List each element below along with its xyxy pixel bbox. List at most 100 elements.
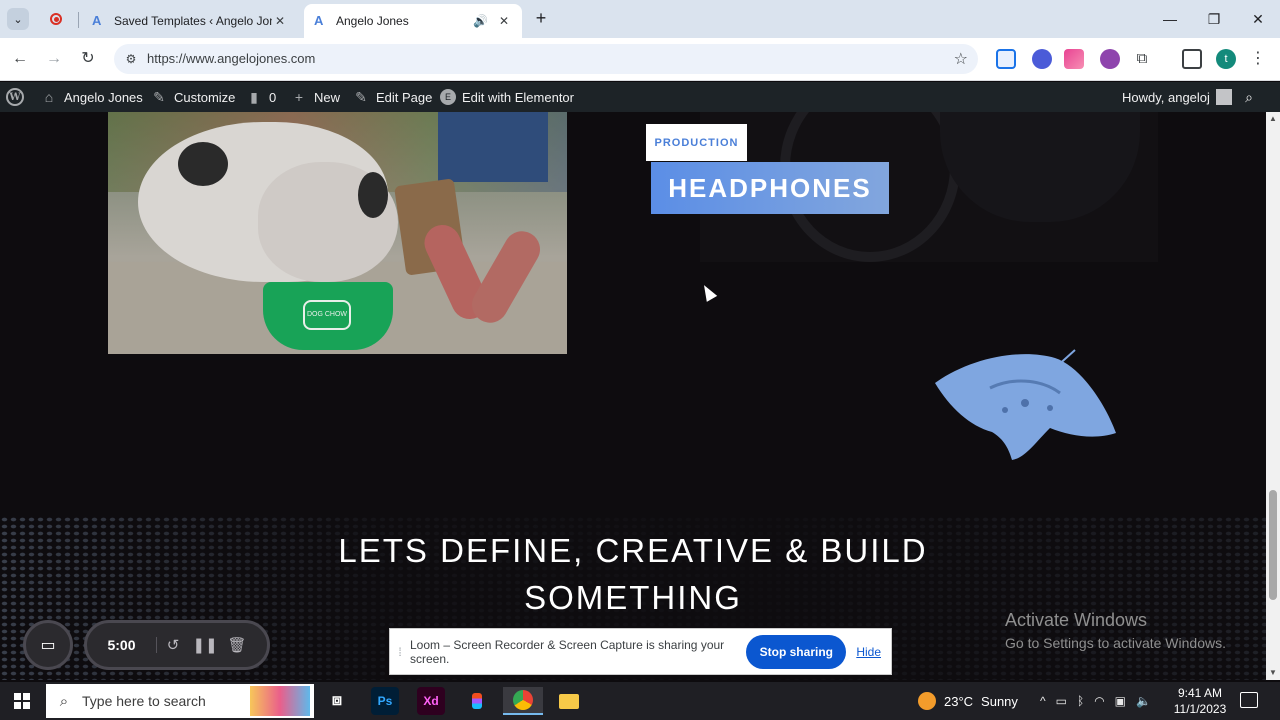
close-tab-icon[interactable]: ✕ (272, 14, 288, 28)
tab-separator (78, 12, 79, 28)
back-arrow-icon[interactable]: ← (8, 47, 32, 71)
extension-loom-icon[interactable] (1032, 49, 1052, 69)
extensions-puzzle-icon[interactable]: ⧉ (1132, 49, 1152, 69)
admin-customize[interactable]: ✎ Customize (150, 82, 235, 112)
new-tab-button[interactable]: + (530, 8, 552, 30)
chevron-up-icon[interactable]: ^ (1040, 694, 1046, 708)
scroll-thumb[interactable] (1269, 490, 1277, 600)
bookmark-star-icon[interactable]: ☆ (954, 49, 968, 69)
figma-icon[interactable] (463, 687, 491, 715)
pencil-icon: ✎ (355, 88, 367, 105)
restart-icon[interactable]: ↺ (157, 636, 189, 654)
project-title[interactable]: HEADPHONES (651, 162, 889, 214)
pause-icon[interactable]: ❚❚ (189, 636, 221, 654)
photo-person-legs (438, 112, 548, 182)
photoshop-icon[interactable]: Ps (371, 687, 399, 715)
page-content: DOG CHOW PRODUCTION HEADPHONES LETS DEFI… (0, 112, 1266, 680)
dog-eating-photo: DOG CHOW (108, 112, 567, 354)
volume-icon[interactable]: 🔈 (1136, 694, 1151, 708)
close-tab-icon[interactable]: ✕ (496, 14, 512, 28)
edit-page-label: Edit Page (376, 89, 433, 105)
speaker-icon[interactable]: 🔊 (473, 14, 488, 28)
category-badge[interactable]: PRODUCTION (646, 124, 747, 161)
screen-share-notification: ⁞ Loom – Screen Recorder & Screen Captur… (389, 628, 892, 675)
customize-label: Customize (174, 89, 236, 105)
close-window-button[interactable]: ✕ (1236, 6, 1280, 32)
comments-count: 0 (269, 89, 277, 105)
admin-edit-page[interactable]: ✎ Edit Page (352, 82, 432, 112)
admin-site-name[interactable]: ⌂ Angelo Jones (40, 82, 143, 112)
tab-angelo-jones[interactable]: A Angelo Jones 🔊 ✕ (304, 4, 522, 38)
extension-badge-icon[interactable] (1100, 49, 1120, 69)
trash-icon[interactable]: 🗑 (221, 636, 253, 654)
wifi-icon[interactable]: ◠ (1094, 694, 1104, 708)
notification-icon[interactable] (1240, 692, 1258, 708)
address-bar[interactable]: ⚙ https://www.angelojones.com ☆ (114, 44, 978, 74)
elementor-favicon-icon: A (92, 13, 102, 28)
record-icon (50, 13, 62, 25)
search-icon: ⌕ (59, 692, 69, 710)
network-icon[interactable]: ▣ (1115, 694, 1126, 708)
hide-link[interactable]: Hide (856, 645, 881, 659)
browser-menu-icon[interactable]: ⋮ (1250, 48, 1266, 70)
stop-sharing-button[interactable]: Stop sharing (746, 634, 847, 669)
bluetooth-icon[interactable]: ᛒ (1077, 694, 1084, 708)
browser-tabstrip: ⌄ A Saved Templates ‹ Angelo Jone ✕ A An… (0, 0, 1280, 38)
weather-desc: Sunny (981, 693, 1018, 709)
admin-new[interactable]: + New (290, 82, 340, 112)
chrome-icon[interactable] (503, 687, 543, 715)
admin-edit-elementor[interactable]: E Edit with Elementor (440, 82, 574, 112)
page-scrollbar[interactable]: ▲ ▼ (1266, 112, 1280, 680)
scroll-down-arrow-icon[interactable]: ▼ (1269, 668, 1277, 677)
side-panel-icon[interactable] (1182, 49, 1202, 69)
greeting-label: Howdy, angeloj (1122, 89, 1210, 105)
browser-toolbar: ← → ↻ ⚙ https://www.angelojones.com ☆ ⧉ … (0, 38, 1280, 81)
extension-sync-icon[interactable] (996, 49, 1016, 69)
user-avatar-icon (1215, 89, 1232, 105)
forward-arrow-icon[interactable]: → (42, 47, 66, 71)
adobe-xd-icon[interactable]: Xd (417, 687, 445, 715)
search-icon: ⌕ (1245, 88, 1253, 105)
drag-handle-icon[interactable]: ⁞ (390, 645, 410, 659)
scroll-up-arrow-icon[interactable]: ▲ (1269, 114, 1277, 123)
taskbar-search[interactable]: ⌕ Type here to search (46, 684, 314, 718)
admin-search[interactable]: ⌕ (1240, 82, 1258, 112)
recording-tab[interactable] (44, 8, 68, 30)
restore-button[interactable]: ❐ (1192, 6, 1236, 32)
watermark-line1: Activate Windows (1005, 610, 1148, 630)
mouse-cursor (698, 282, 718, 302)
dashboard-icon: ⌂ (44, 89, 54, 105)
site-name-label: Angelo Jones (64, 89, 143, 105)
photo-dog-bowl: DOG CHOW (263, 282, 393, 350)
bowl-label: DOG CHOW (303, 300, 351, 330)
site-info-icon[interactable]: ⚙ (122, 50, 140, 68)
new-label: New (314, 89, 341, 105)
taskbar-clock[interactable]: 9:41 AM 11/1/2023 (1170, 685, 1230, 717)
file-explorer-icon[interactable] (555, 687, 583, 715)
admin-account[interactable]: Howdy, angeloj (1122, 82, 1232, 112)
elementor-label: Edit with Elementor (462, 89, 574, 105)
task-view-icon[interactable]: ⧈ (323, 687, 351, 715)
url-text[interactable]: https://www.angelojones.com (147, 51, 315, 66)
reload-icon[interactable]: ↻ (76, 47, 100, 71)
share-message: Loom – Screen Recorder & Screen Capture … (410, 637, 725, 666)
weather-widget[interactable]: 23°C Sunny (918, 682, 1018, 720)
tab-saved-templates[interactable]: A Saved Templates ‹ Angelo Jone ✕ (82, 4, 298, 38)
tab-search-chevron-icon[interactable]: ⌄ (7, 8, 29, 30)
profile-avatar[interactable]: t (1216, 49, 1236, 69)
elementor-icon: E (440, 89, 456, 105)
windows-taskbar: ⌕ Type here to search ⧈ Ps Xd 23°C Sunny… (0, 682, 1280, 720)
wp-logo-menu[interactable]: W (6, 82, 24, 112)
photo-dog-spot (178, 142, 228, 186)
battery-icon[interactable]: ▭ (1056, 694, 1067, 708)
sunny-icon (918, 692, 936, 710)
plus-icon: + (294, 89, 304, 105)
admin-comments[interactable]: ▮ 0 (245, 82, 276, 112)
windows-start-icon[interactable] (14, 693, 30, 709)
weather-temp: 23°C (944, 693, 974, 709)
wordpress-logo-icon: W (6, 88, 24, 106)
loom-camera-button[interactable]: ▭ (23, 620, 73, 670)
minimize-button[interactable]: — (1148, 6, 1192, 32)
extension-pink-icon[interactable] (1064, 49, 1084, 69)
photo-dog-ear-spot (358, 172, 388, 218)
